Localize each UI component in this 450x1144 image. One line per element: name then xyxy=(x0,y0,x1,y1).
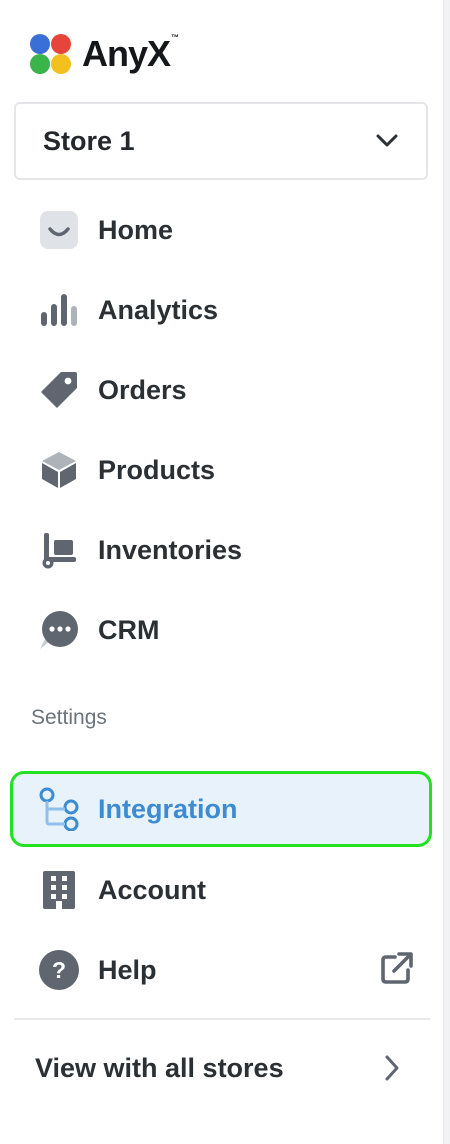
nav-item-label: Analytics xyxy=(98,294,219,325)
anyx-logo-icon xyxy=(30,32,74,76)
nav-item-label: Integration xyxy=(98,793,238,824)
external-link-icon[interactable] xyxy=(380,951,414,990)
nav-item-label: Home xyxy=(98,214,174,245)
nav-item-account[interactable]: Account xyxy=(10,853,432,927)
box-icon xyxy=(38,449,80,491)
nav-item-inventories[interactable]: Inventories xyxy=(10,513,432,587)
nav-item-orders[interactable]: Orders xyxy=(10,353,432,427)
nav-item-label: Inventories xyxy=(98,534,243,565)
nav-item-label: Orders xyxy=(98,374,187,405)
nav-item-integration[interactable]: Integration xyxy=(10,771,432,847)
help-circle-icon: ? xyxy=(38,949,80,991)
store-selector[interactable]: Store 1 xyxy=(14,102,428,180)
sidebar-divider xyxy=(14,1018,430,1020)
nav-item-label: CRM xyxy=(98,614,160,645)
store-selector-value: Store 1 xyxy=(43,125,135,156)
home-icon xyxy=(38,209,80,251)
view-all-stores-label: View with all stores xyxy=(35,1052,284,1083)
view-all-stores-link[interactable]: View with all stores xyxy=(14,1032,430,1104)
brand-logo: AnyX™ xyxy=(30,32,179,76)
nav-item-products[interactable]: Products xyxy=(10,433,432,507)
flow-icon xyxy=(38,787,80,831)
nav-item-help[interactable]: ? Help xyxy=(10,933,432,1007)
svg-text:?: ? xyxy=(52,957,66,983)
nav-item-crm[interactable]: CRM xyxy=(10,593,432,667)
bar-chart-icon xyxy=(38,289,80,331)
tag-icon xyxy=(38,369,80,411)
nav-item-label: Help xyxy=(98,954,157,985)
settings-section-title: Settings xyxy=(31,706,107,729)
chevron-right-icon xyxy=(385,1055,399,1081)
building-icon xyxy=(38,869,80,911)
brand-name: AnyX™ xyxy=(82,33,179,74)
nav-item-analytics[interactable]: Analytics xyxy=(10,273,432,347)
chat-bubble-icon xyxy=(38,609,80,651)
sidebar-scrollbar[interactable] xyxy=(443,0,450,1144)
hand-truck-icon xyxy=(38,529,80,571)
chevron-down-icon xyxy=(376,134,398,147)
nav-item-label: Account xyxy=(98,874,206,905)
nav-item-label: Products xyxy=(98,454,216,485)
nav-item-home[interactable]: Home xyxy=(10,193,432,267)
